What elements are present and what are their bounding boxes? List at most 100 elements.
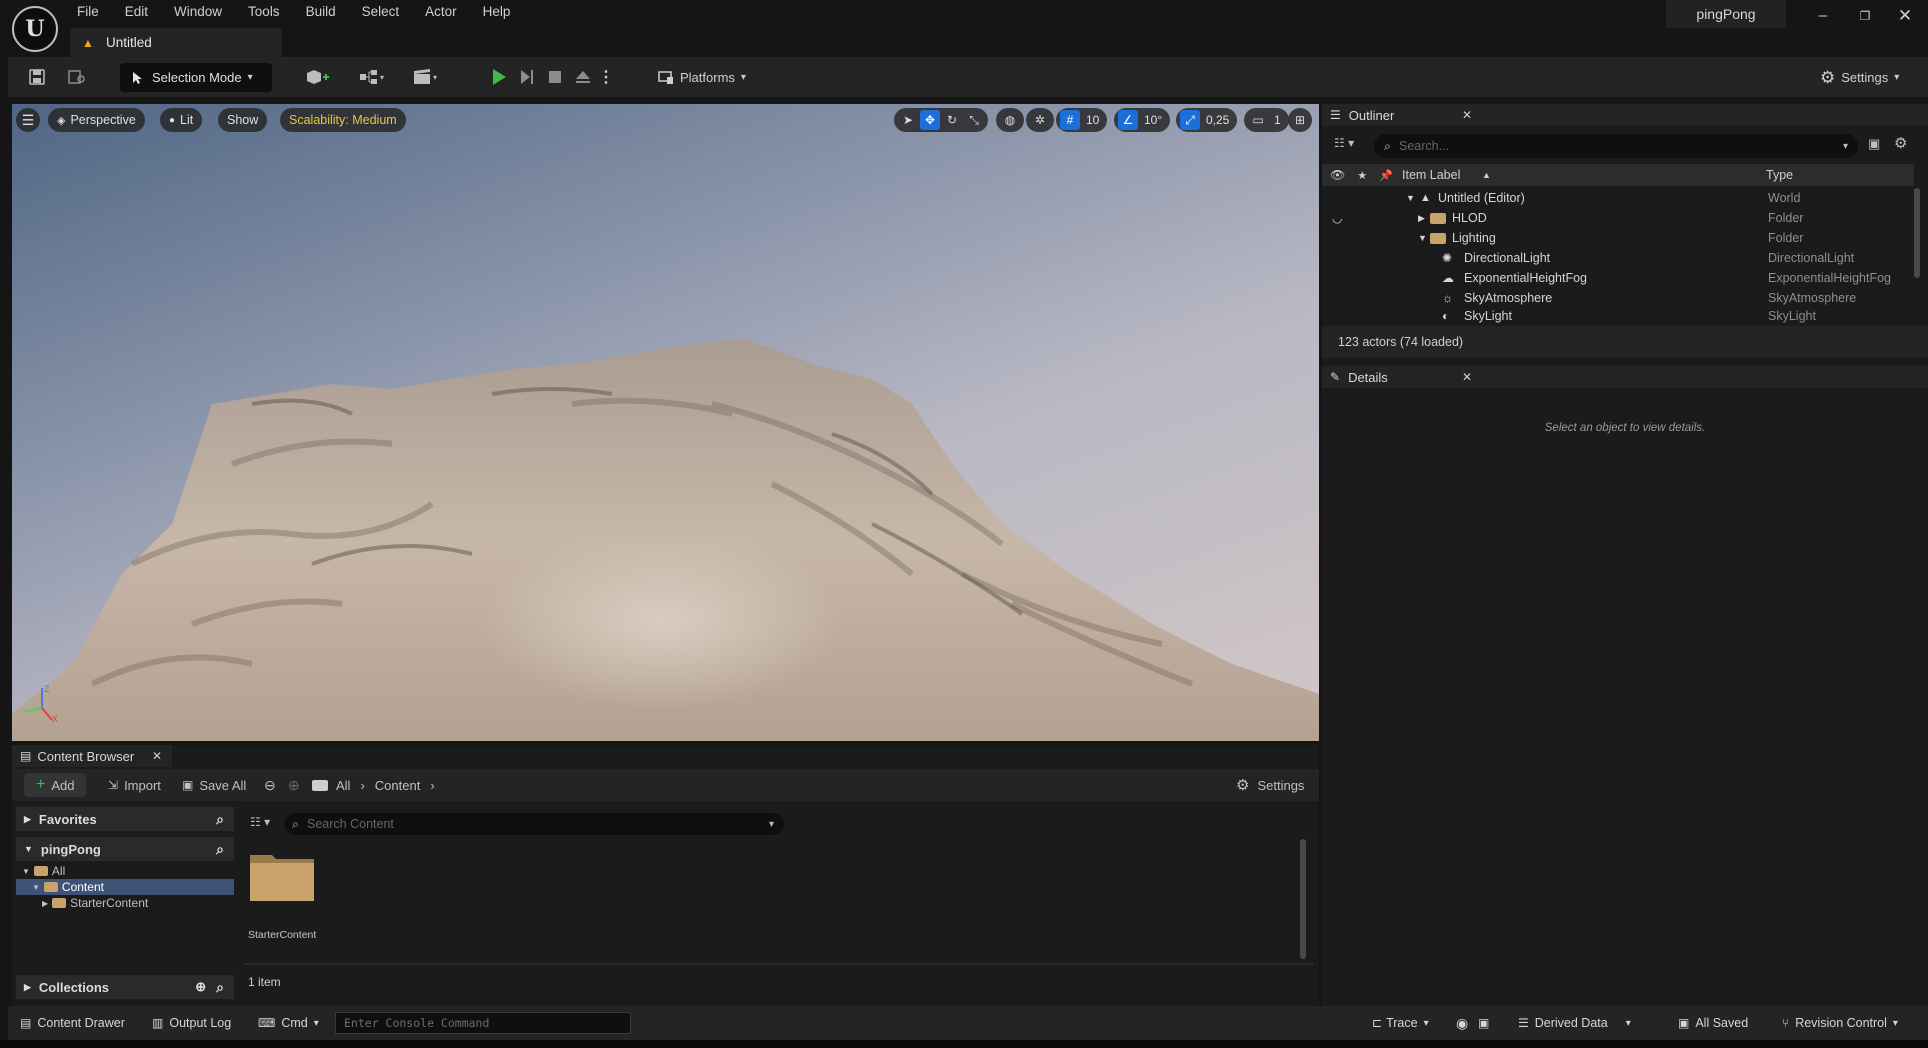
world-local-toggle[interactable]: ◍ [996, 108, 1024, 132]
select-tool-icon[interactable]: ➤ [898, 110, 918, 130]
close-icon[interactable]: ✕ [1462, 108, 1472, 122]
level-viewport[interactable]: Z X ☰ ◈ Perspective ● Lit Show Scalabili… [12, 104, 1319, 741]
rotate-tool-icon[interactable]: ↻ [942, 110, 962, 130]
restore-button[interactable]: ❐ [1848, 4, 1882, 28]
expand-icon[interactable]: ▼ [1406, 193, 1415, 203]
tree-item-all[interactable]: ▼ All [16, 863, 234, 879]
outliner-row-height-fog[interactable]: ☁ ExponentialHeightFog ExponentialHeight… [1322, 268, 1914, 288]
scale-snap-control[interactable]: ⤢ 0,25 [1176, 108, 1238, 132]
menu-build[interactable]: Build [293, 0, 349, 24]
stop-button[interactable] [542, 63, 568, 91]
outliner-search-input[interactable]: ⌕ Search... ▾ [1374, 134, 1858, 158]
expand-icon[interactable]: ▶ [1418, 213, 1425, 224]
selection-mode-dropdown[interactable]: Selection Mode ▾ [120, 63, 272, 92]
collections-section[interactable]: ▶ Collections ⊕ ⌕ [16, 975, 234, 999]
record-icon[interactable]: ◉ [1456, 1006, 1468, 1040]
outliner-row-lighting[interactable]: ▼ Lighting Folder [1322, 228, 1914, 248]
menu-actor[interactable]: Actor [412, 0, 470, 24]
column-item-label[interactable]: Item Label [1402, 168, 1460, 182]
star-icon[interactable]: ★ [1357, 169, 1367, 182]
menu-edit[interactable]: Edit [112, 0, 161, 24]
breadcrumb-content[interactable]: Content [375, 778, 421, 793]
play-options-icon[interactable]: ⋮ [598, 63, 614, 91]
gear-icon[interactable]: ⚙ [1894, 134, 1907, 152]
import-button[interactable]: ⇲ Import [108, 773, 161, 797]
document-tab[interactable]: ▲ Untitled [70, 28, 282, 57]
content-search-input[interactable]: ⌕ Search Content ▾ [284, 813, 784, 835]
save-icon[interactable] [24, 63, 50, 91]
minimize-button[interactable]: – [1806, 4, 1840, 28]
menu-window[interactable]: Window [161, 0, 235, 24]
skip-frame-button[interactable] [514, 63, 540, 91]
add-button[interactable]: + Add [24, 773, 87, 797]
back-icon[interactable]: ⊖ [264, 777, 276, 794]
project-section[interactable]: ▼ pingPong ⌕ [16, 837, 234, 861]
collapse-icon[interactable]: ▼ [1418, 233, 1427, 243]
tab-details[interactable]: ✎ Details ✕ [1322, 366, 1482, 388]
filter-icon[interactable]: ☷ ▾ [250, 815, 270, 829]
surface-snap-toggle[interactable]: ✲ [1026, 108, 1054, 132]
add-actor-icon[interactable] [298, 63, 338, 91]
search-icon[interactable]: ⌕ [216, 841, 224, 858]
scale-tool-icon[interactable]: ⤡ [964, 110, 984, 130]
outliner-row-sky-light[interactable]: ◐ SkyLight SkyLight [1322, 308, 1914, 324]
menu-file[interactable]: File [64, 0, 112, 24]
filter-icon[interactable]: ☷ ▾ [1334, 136, 1354, 150]
viewport-layout-button[interactable]: ⊞ [1288, 108, 1312, 132]
output-log-button[interactable]: ▥ Output Log [152, 1006, 231, 1040]
menu-tools[interactable]: Tools [235, 0, 293, 24]
close-icon[interactable]: ✕ [152, 749, 162, 763]
column-type[interactable]: Type [1766, 168, 1793, 182]
save-all-button[interactable]: ▣ Save All [182, 773, 246, 797]
screenshot-icon[interactable]: ▣ [1478, 1006, 1489, 1040]
scalability-badge[interactable]: Scalability: Medium [280, 108, 406, 132]
breadcrumb-all[interactable]: All [336, 778, 350, 793]
visibility-icon[interactable]: 👁 [1330, 168, 1345, 182]
trace-dropdown[interactable]: ⊏ Trace ▾ [1372, 1006, 1429, 1040]
rotation-snap-control[interactable]: ∠ 10° [1114, 108, 1171, 132]
folder-icon[interactable] [312, 780, 328, 791]
platforms-dropdown[interactable]: Platforms ▾ [648, 63, 758, 92]
revision-control-dropdown[interactable]: ⑂ Revision Control ▾ [1782, 1006, 1898, 1040]
tree-item-starter-content[interactable]: ▶ StarterContent [16, 895, 234, 911]
show-button[interactable]: Show [218, 108, 268, 132]
outliner-row-hlod[interactable]: ◡ ▶ HLOD Folder [1322, 208, 1914, 228]
perspective-button[interactable]: ◈ Perspective [48, 108, 145, 132]
console-input[interactable]: Enter Console Command [335, 1012, 631, 1034]
add-folder-icon[interactable]: ▣ [1868, 136, 1880, 152]
outliner-row-sky-atmosphere[interactable]: ☼ SkyAtmosphere SkyAtmosphere [1322, 288, 1914, 308]
eject-button[interactable] [570, 63, 596, 91]
content-drawer-button[interactable]: ▤ Content Drawer [20, 1006, 125, 1040]
search-icon[interactable]: ⌕ [216, 811, 224, 828]
menu-select[interactable]: Select [349, 0, 413, 24]
asset-tile-starter-content[interactable]: StarterContent [248, 849, 318, 945]
cinematics-icon[interactable]: ▾ [406, 63, 446, 91]
play-button[interactable] [486, 63, 512, 91]
derived-data-dropdown[interactable]: ☰ Derived Data ▾ [1518, 1006, 1631, 1040]
all-saved-button[interactable]: ▣ All Saved [1678, 1006, 1748, 1040]
camera-speed-control[interactable]: ▭ 1 [1244, 108, 1289, 132]
close-window-button[interactable]: ✕ [1888, 4, 1922, 28]
asset-scrollbar[interactable] [1300, 839, 1306, 959]
blueprint-icon[interactable]: ▾ [352, 63, 392, 91]
viewport-menu-button[interactable]: ☰ [16, 108, 40, 132]
unreal-logo-icon[interactable]: U [12, 6, 58, 52]
tab-content-browser[interactable]: ▤ Content Browser ✕ [12, 745, 172, 767]
browse-icon[interactable] [64, 63, 90, 91]
tree-item-content[interactable]: ▼ Content [16, 879, 234, 895]
outliner-row-directional-light[interactable]: ✺ DirectionalLight DirectionalLight [1322, 248, 1914, 268]
close-icon[interactable]: ✕ [1462, 370, 1472, 384]
hidden-eye-icon[interactable]: ◡ [1332, 211, 1342, 225]
cmd-dropdown[interactable]: ⌨ Cmd ▾ [258, 1006, 319, 1040]
search-icon[interactable]: ⌕ [216, 979, 224, 996]
grid-snap-control[interactable]: # 10 [1056, 108, 1108, 132]
settings-dropdown[interactable]: ⚙ Settings ▾ [1820, 63, 1920, 92]
add-collection-icon[interactable]: ⊕ [195, 979, 206, 995]
pin-icon[interactable]: 📌 [1379, 169, 1393, 182]
favorites-section[interactable]: ▶ Favorites ⌕ [16, 807, 234, 831]
outliner-scrollbar[interactable] [1914, 188, 1920, 278]
view-mode-button[interactable]: ● Lit [160, 108, 203, 132]
outliner-row-world[interactable]: ▼ ▲ Untitled (Editor) World [1322, 188, 1914, 208]
cb-settings-button[interactable]: ⚙ Settings [1236, 773, 1304, 797]
menu-help[interactable]: Help [470, 0, 524, 24]
